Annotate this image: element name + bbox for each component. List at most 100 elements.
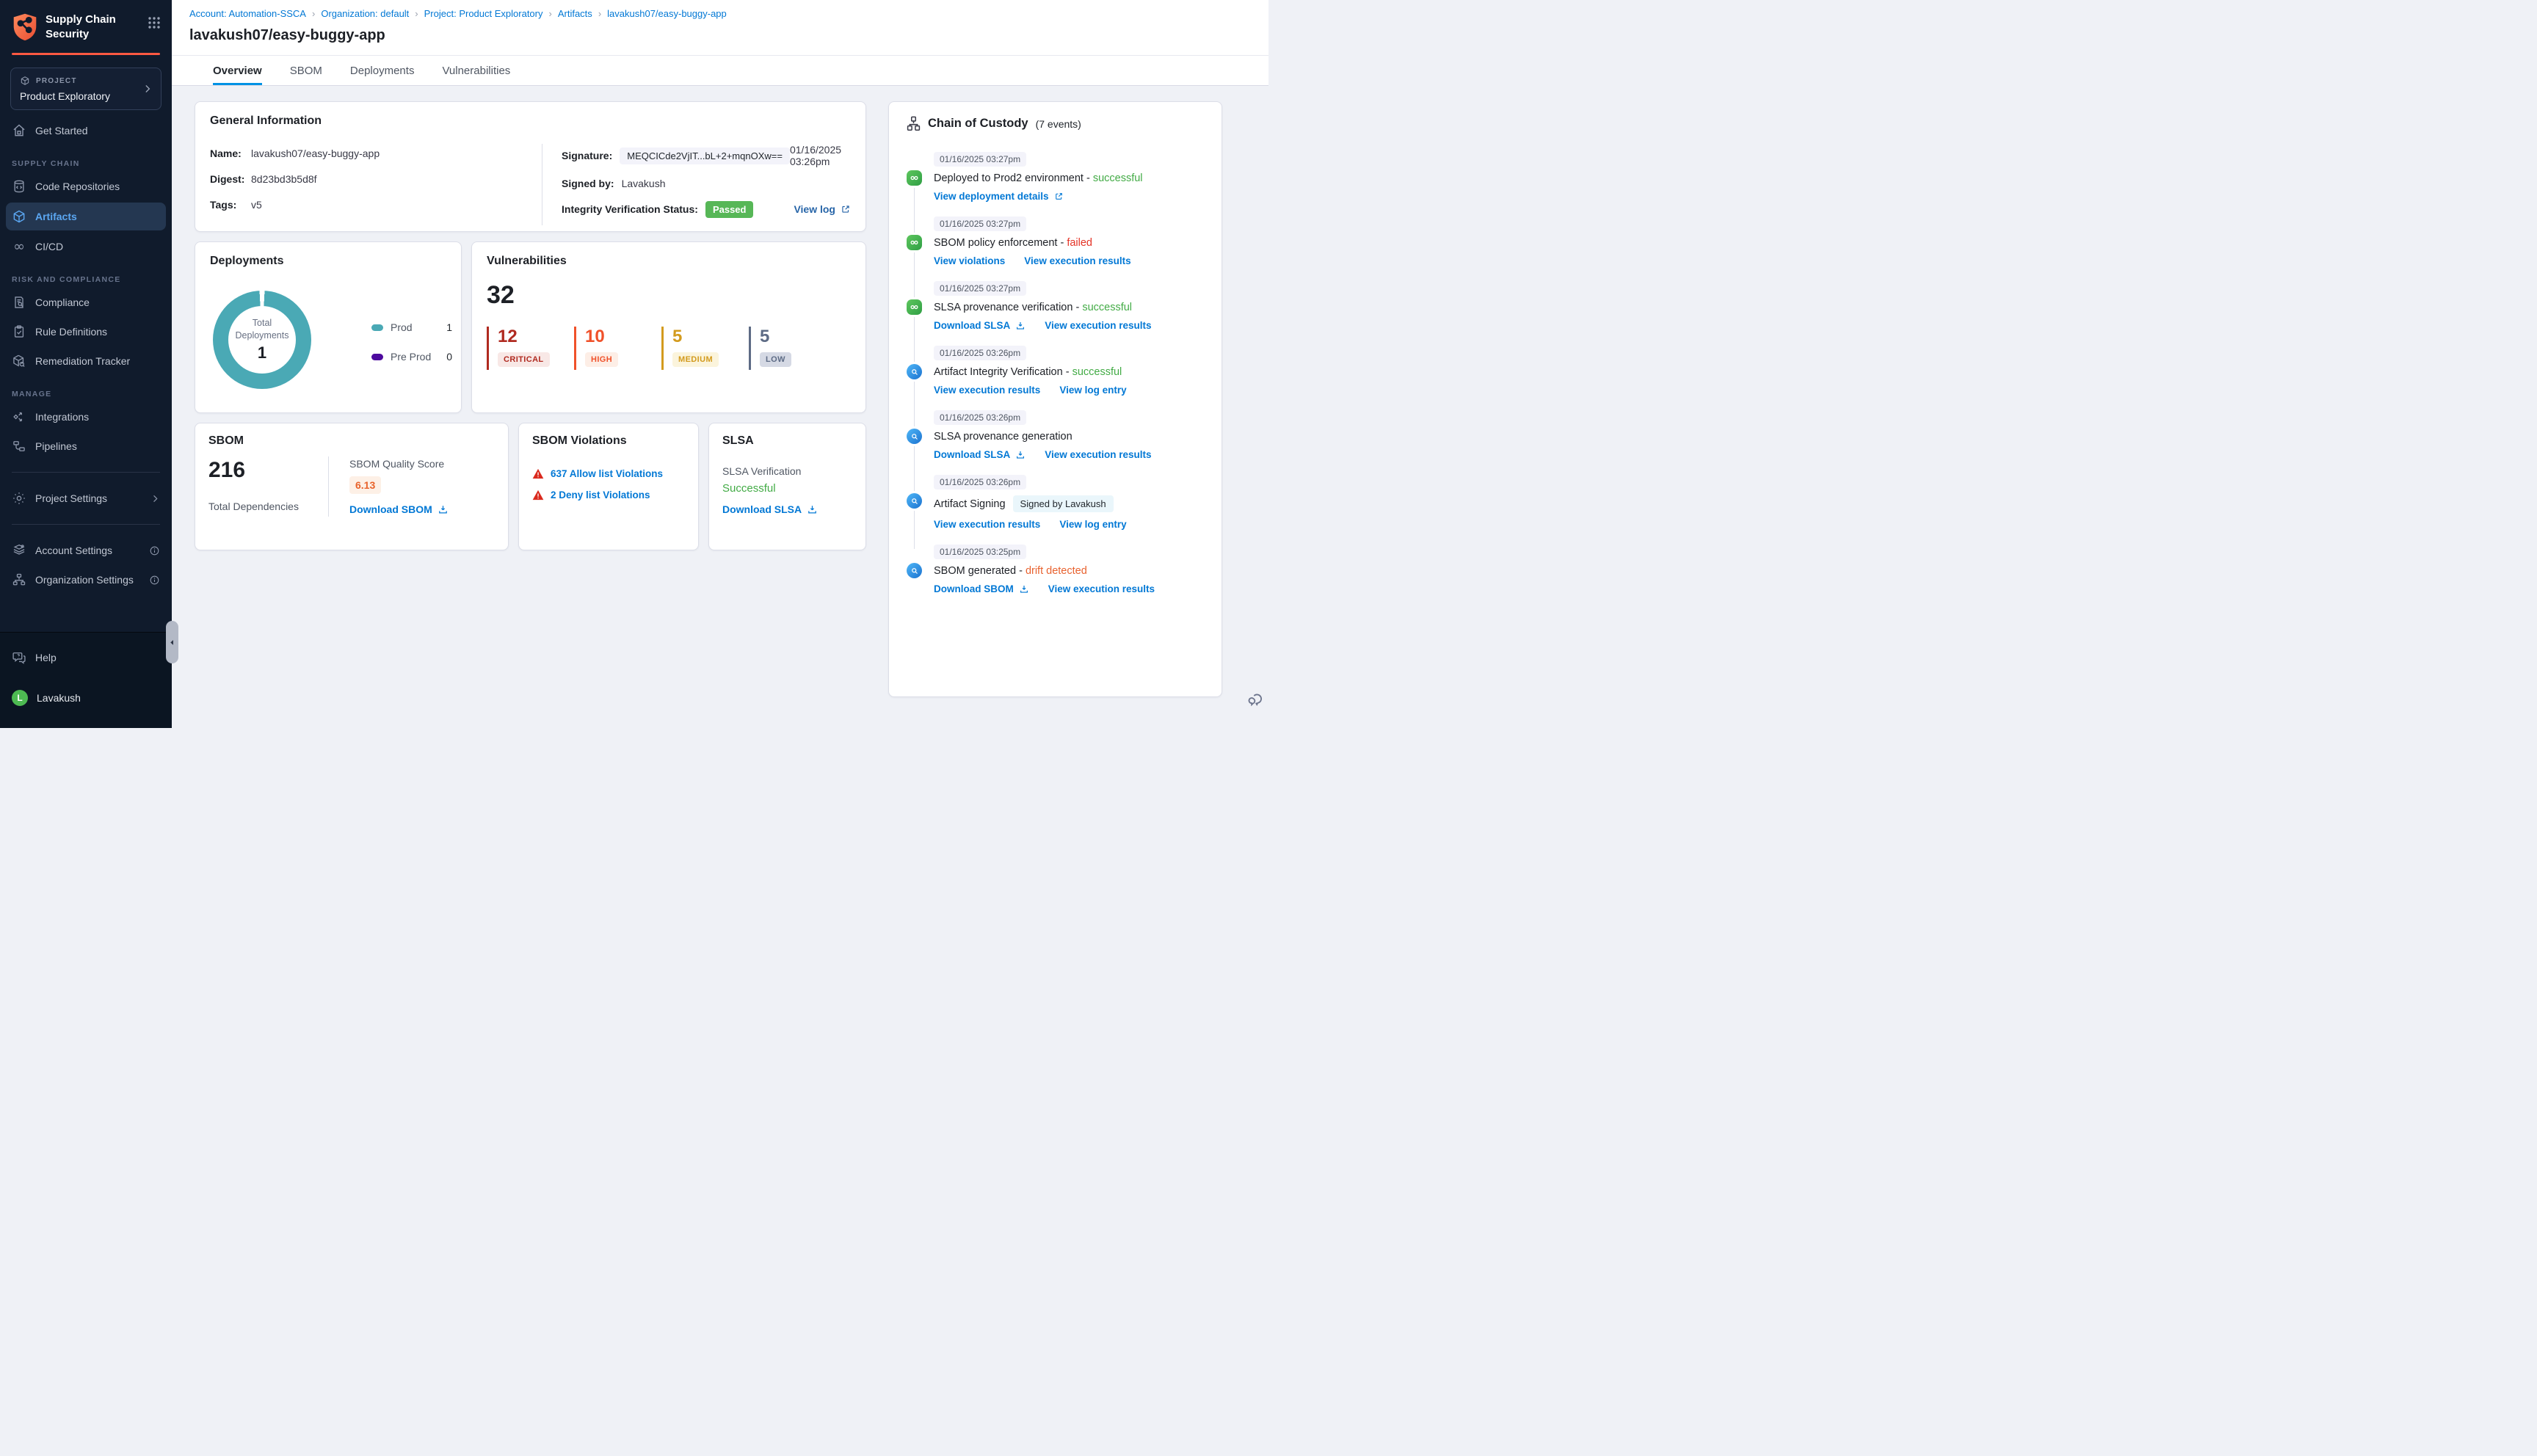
download-icon bbox=[1017, 451, 1025, 459]
view-execution-results-link[interactable]: View execution results bbox=[1048, 583, 1155, 594]
sidebar-item-user[interactable]: L Lavakush bbox=[0, 682, 172, 713]
sidebar-item-project-settings[interactable]: Project Settings bbox=[0, 484, 172, 513]
deny-list-violations-link[interactable]: 2 Deny list Violations bbox=[551, 489, 650, 500]
severity-high: 10 HIGH bbox=[574, 327, 650, 370]
breadcrumb-artifact-name[interactable]: lavakush07/easy-buggy-app bbox=[607, 8, 727, 19]
external-link-icon bbox=[842, 205, 849, 213]
event-title: SLSA provenance verification bbox=[934, 302, 1073, 313]
sidebar-item-get-started[interactable]: Get Started bbox=[0, 116, 172, 145]
help-chat-icon bbox=[12, 650, 26, 665]
total-dependencies-count: 216 bbox=[208, 458, 246, 482]
event-timestamp: 01/16/2025 03:25pm bbox=[934, 545, 1027, 559]
event-title: Deployed to Prod2 environment bbox=[934, 172, 1084, 184]
module-grid-icon[interactable] bbox=[147, 15, 161, 30]
sidebar-item-label: Code Repositories bbox=[35, 181, 120, 192]
event-status: successful bbox=[1092, 172, 1143, 184]
sidebar-item-artifacts[interactable]: Artifacts bbox=[6, 203, 166, 230]
view-execution-results-link[interactable]: View execution results bbox=[1024, 255, 1130, 266]
breadcrumb-organization[interactable]: Organization: default bbox=[321, 8, 409, 19]
legend-item-pre-prod: Pre Prod 0 bbox=[371, 351, 452, 363]
page-title: lavakush07/easy-buggy-app bbox=[189, 27, 385, 43]
nav-section-supply-chain: SUPPLY CHAIN bbox=[12, 159, 80, 168]
view-log-entry-link[interactable]: View log entry bbox=[1059, 385, 1126, 396]
breadcrumb-separator: › bbox=[598, 8, 602, 19]
scan-event-icon bbox=[907, 563, 922, 578]
sidebar-collapse-handle[interactable] bbox=[166, 621, 178, 663]
cube-icon bbox=[12, 209, 26, 224]
download-slsa-link[interactable]: Download SLSA bbox=[722, 503, 818, 515]
accent-divider bbox=[12, 53, 160, 55]
sidebar-item-compliance[interactable]: Compliance bbox=[0, 288, 172, 317]
breadcrumb-separator: › bbox=[311, 8, 316, 19]
breadcrumb-project[interactable]: Project: Product Exploratory bbox=[424, 8, 543, 19]
tab-sbom[interactable]: SBOM bbox=[290, 56, 322, 85]
tab-deployments[interactable]: Deployments bbox=[350, 56, 415, 85]
breadcrumb-account[interactable]: Account: Automation-SSCA bbox=[189, 8, 306, 19]
project-selector-label: PROJECT bbox=[36, 76, 77, 85]
sidebar-item-rule-definitions[interactable]: Rule Definitions bbox=[0, 317, 172, 346]
custody-event-6: 01/16/2025 03:26pm Artifact Signing Sign… bbox=[907, 475, 1204, 530]
event-status: drift detected bbox=[1025, 565, 1087, 577]
event-status: successful bbox=[1072, 366, 1122, 378]
view-deployment-details-link[interactable]: View deployment details bbox=[934, 191, 1064, 202]
donut-center-label: Total Deployments bbox=[235, 318, 289, 341]
nav-section-manage: MANAGE bbox=[12, 390, 52, 398]
sbom-card: SBOM 216 Total Dependencies SBOM Quality… bbox=[195, 423, 509, 550]
event-timestamp: 01/16/2025 03:27pm bbox=[934, 152, 1027, 167]
donut-center-value: 1 bbox=[257, 343, 267, 362]
deployments-card: Deployments Total Deployments 1 Prod 1 P… bbox=[195, 241, 462, 413]
sidebar-item-organization-settings[interactable]: Organization Settings bbox=[0, 565, 172, 599]
nav-section-risk-compliance: RISK AND COMPLIANCE bbox=[12, 275, 121, 284]
view-log-link[interactable]: View log bbox=[794, 203, 851, 215]
sidebar-item-label: Artifacts bbox=[35, 211, 77, 222]
download-slsa-link[interactable]: Download SLSA bbox=[934, 320, 1026, 331]
download-sbom-link[interactable]: Download SBOM bbox=[934, 583, 1029, 594]
pre-prod-legend-marker bbox=[371, 353, 383, 360]
sbom-quality-score-label: SBOM Quality Score bbox=[349, 458, 445, 470]
view-log-entry-link[interactable]: View log entry bbox=[1059, 519, 1126, 530]
sidebar-item-account-settings[interactable]: Account Settings bbox=[0, 536, 172, 565]
pipeline-event-icon bbox=[907, 235, 922, 250]
signature-date: 01/16/2025 03:26pm bbox=[789, 144, 842, 167]
integrations-icon bbox=[12, 410, 26, 424]
tab-overview[interactable]: Overview bbox=[213, 56, 262, 85]
custody-timeline: 01/16/2025 03:27pm Deployed to Prod2 env… bbox=[907, 152, 1204, 594]
view-execution-results-link[interactable]: View execution results bbox=[1045, 320, 1151, 331]
signature-value[interactable]: MEQCICde2VjIT...bL+2+mqnOXw== bbox=[620, 147, 790, 164]
view-execution-results-link[interactable]: View execution results bbox=[934, 385, 1040, 396]
card-title: General Information bbox=[210, 114, 322, 127]
app-logo-row: Supply Chain Security bbox=[0, 0, 172, 51]
sidebar-item-code-repositories[interactable]: Code Repositories bbox=[0, 172, 172, 201]
card-title: Vulnerabilities bbox=[487, 255, 567, 267]
prod-legend-marker bbox=[371, 324, 383, 331]
breadcrumb-artifacts[interactable]: Artifacts bbox=[558, 8, 592, 19]
artifact-name-value: lavakush07/easy-buggy-app bbox=[251, 148, 380, 159]
sidebar-item-remediation-tracker[interactable]: Remediation Tracker bbox=[0, 346, 172, 376]
scan-event-icon bbox=[907, 429, 922, 444]
sidebar-item-integrations[interactable]: Integrations bbox=[0, 402, 172, 432]
view-violations-link[interactable]: View violations bbox=[934, 255, 1005, 266]
event-status: failed bbox=[1067, 237, 1092, 249]
event-timestamp: 01/16/2025 03:27pm bbox=[934, 216, 1027, 231]
project-selector[interactable]: PROJECT Product Exploratory bbox=[10, 68, 161, 110]
app-logo-shield-icon bbox=[12, 12, 38, 42]
main-area: Account: Automation-SSCA › Organization:… bbox=[172, 0, 1268, 728]
feedback-chat-icon[interactable] bbox=[1246, 690, 1266, 709]
download-icon bbox=[1017, 321, 1025, 330]
sidebar-item-help[interactable]: Help bbox=[0, 643, 172, 672]
org-gear-icon bbox=[12, 572, 26, 587]
slsa-card: SLSA SLSA Verification Successful Downlo… bbox=[708, 423, 866, 550]
download-sbom-link[interactable]: Download SBOM bbox=[349, 503, 449, 515]
tab-vulnerabilities[interactable]: Vulnerabilities bbox=[442, 56, 510, 85]
sidebar-item-pipelines[interactable]: Pipelines bbox=[0, 432, 172, 461]
severity-row: 12 CRITICAL 10 HIGH 5 MEDIUM 5 LOW bbox=[487, 327, 851, 370]
sidebar-item-cicd[interactable]: ∞ CI/CD bbox=[0, 232, 172, 261]
app-title: Supply Chain Security bbox=[46, 13, 116, 40]
pipeline-event-icon bbox=[907, 170, 922, 186]
chevron-right-icon bbox=[142, 84, 153, 94]
view-execution-results-link[interactable]: View execution results bbox=[1045, 449, 1151, 460]
allow-list-violations-link[interactable]: 637 Allow list Violations bbox=[551, 468, 663, 479]
download-slsa-link[interactable]: Download SLSA bbox=[934, 449, 1026, 460]
sidebar-item-label: Pipelines bbox=[35, 440, 77, 452]
view-execution-results-link[interactable]: View execution results bbox=[934, 519, 1040, 530]
